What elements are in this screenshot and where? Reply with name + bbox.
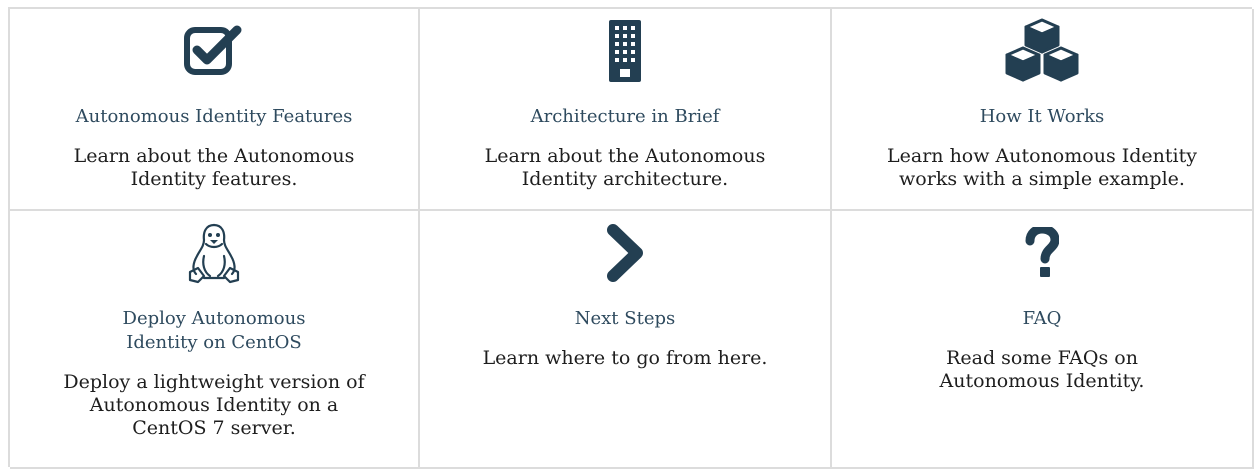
card-next-steps[interactable]: Next Steps Learn where to go from here. xyxy=(420,211,832,469)
card-title[interactable]: Next Steps xyxy=(575,307,676,331)
card-how-it-works[interactable]: How It Works Learn how Autonomous Identi… xyxy=(832,9,1254,211)
card-title[interactable]: FAQ xyxy=(1023,307,1062,331)
card-description: Learn how Autonomous Identity works with… xyxy=(887,145,1197,190)
card-architecture-in-brief[interactable]: Architecture in Brief Learn about the Au… xyxy=(420,9,832,211)
checkbox-icon xyxy=(183,17,245,85)
card-deploy-on-centos[interactable]: Deploy Autonomous Identity on CentOS Dep… xyxy=(10,211,420,469)
question-mark-icon xyxy=(1025,219,1059,287)
card-title[interactable]: Architecture in Brief xyxy=(531,105,720,129)
building-icon xyxy=(608,17,642,85)
card-title[interactable]: Deploy Autonomous Identity on CentOS xyxy=(94,307,334,355)
card-title[interactable]: Autonomous Identity Features xyxy=(76,105,353,129)
card-description: Learn about the Autonomous Identity feat… xyxy=(73,145,355,190)
card-description: Learn where to go from here. xyxy=(482,347,768,369)
card-description: Read some FAQs on Autonomous Identity. xyxy=(939,347,1145,392)
card-description: Learn about the Autonomous Identity arch… xyxy=(484,145,766,190)
chevron-right-icon xyxy=(605,219,645,287)
card-grid: Autonomous Identity Features Learn about… xyxy=(8,7,1254,469)
linux-penguin-icon xyxy=(186,219,242,287)
card-autonomous-identity-features[interactable]: Autonomous Identity Features Learn about… xyxy=(10,9,420,211)
card-description: Deploy a lightweight version of Autonomo… xyxy=(63,371,365,439)
card-faq[interactable]: FAQ Read some FAQs on Autonomous Identit… xyxy=(832,211,1254,469)
card-title[interactable]: How It Works xyxy=(980,105,1105,129)
cubes-icon xyxy=(1001,17,1083,85)
